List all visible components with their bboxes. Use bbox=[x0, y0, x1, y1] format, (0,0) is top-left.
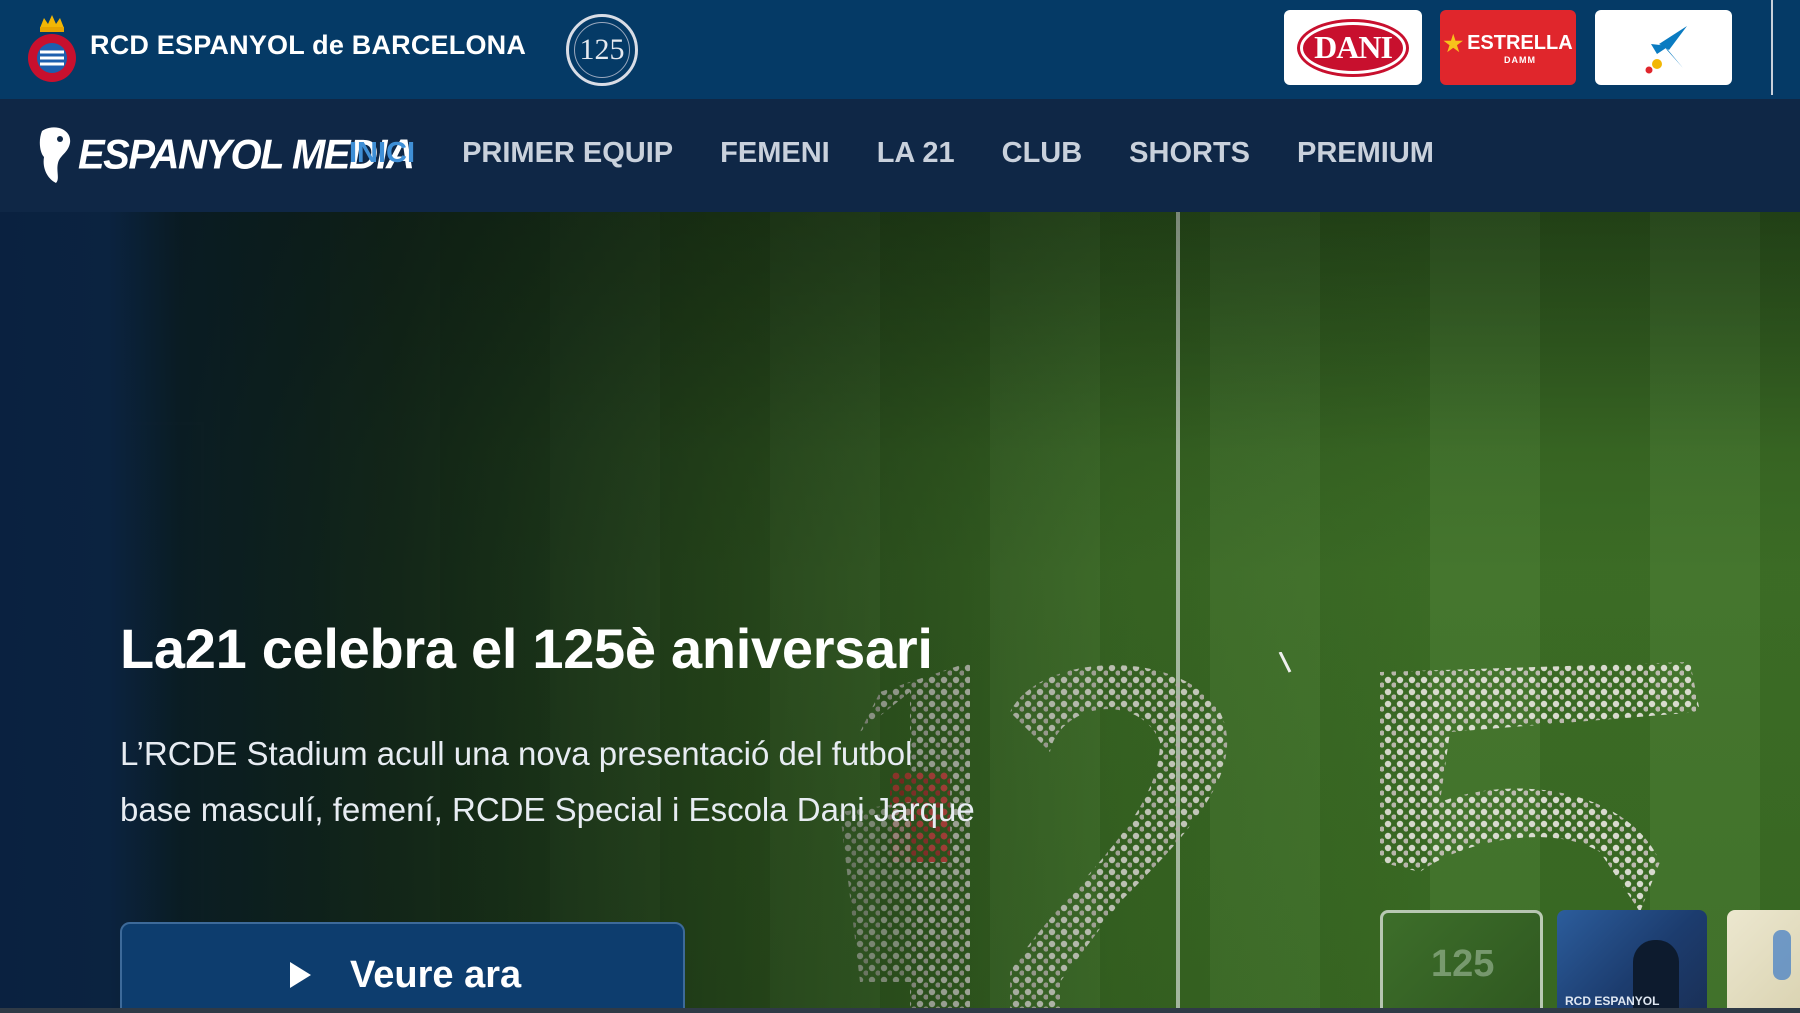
sponsor-caixabank[interactable] bbox=[1595, 10, 1732, 85]
nav-item-inici[interactable]: INICI bbox=[349, 137, 415, 170]
nav-items: INICI PRIMER EQUIP FEMENI LA 21 CLUB SHO… bbox=[349, 137, 1481, 170]
parakeet-icon bbox=[39, 127, 71, 183]
nav-item-premium[interactable]: PREMIUM bbox=[1297, 137, 1434, 170]
carousel-thumbnail-2[interactable]: RCD ESPANYOL bbox=[1557, 910, 1707, 1013]
sponsor-estrella[interactable]: ★ ESTRELLA DAMM bbox=[1440, 10, 1576, 85]
star-icon: ★ bbox=[1443, 30, 1464, 56]
main-navigation: ESPANYOL MEDIA INICI PRIMER EQUIP FEMENI… bbox=[0, 99, 1800, 212]
club-crest-icon[interactable] bbox=[26, 12, 78, 84]
dani-logo: DANI bbox=[1300, 21, 1406, 74]
play-icon bbox=[290, 962, 311, 988]
window-edge-divider bbox=[1771, 0, 1773, 95]
hero-gradient-overlay bbox=[0, 212, 1800, 1013]
carousel-thumbnail-1[interactable]: 125 bbox=[1380, 910, 1543, 1013]
carousel-thumbnail-3[interactable] bbox=[1727, 910, 1800, 1013]
estrella-logo-text: ESTRELLA bbox=[1467, 32, 1573, 54]
anniversary-badge-number: 125 bbox=[579, 33, 625, 66]
sponsor-dani[interactable]: DANI bbox=[1284, 10, 1422, 85]
hero-title: La21 celebra el 125è aniversari bbox=[120, 617, 933, 680]
nav-item-shorts[interactable]: SHORTS bbox=[1129, 137, 1250, 170]
nav-item-la-21[interactable]: LA 21 bbox=[877, 137, 955, 170]
hero-banner[interactable]: La21 celebra el 125è aniversari L’RCDE S… bbox=[0, 212, 1800, 1013]
watch-now-button[interactable]: Veure ara bbox=[120, 922, 685, 1013]
nav-item-club[interactable]: CLUB bbox=[1002, 137, 1083, 170]
caixabank-star-icon bbox=[1645, 25, 1687, 73]
page-bottom-edge bbox=[0, 1008, 1800, 1013]
nav-item-primer-equip[interactable]: PRIMER EQUIP bbox=[462, 137, 673, 170]
damm-logo-text: DAMM bbox=[1504, 54, 1536, 65]
top-bar: RCD ESPANYOL de BARCELONA 125 DANI ★ ESTR… bbox=[0, 0, 1800, 99]
nav-item-femeni[interactable]: FEMENI bbox=[720, 137, 830, 170]
club-name[interactable]: RCD ESPANYOL de BARCELONA bbox=[90, 30, 526, 61]
thumbnail-2-caption: RCD ESPANYOL bbox=[1565, 994, 1660, 1008]
hero-description: L’RCDE Stadium acull una nova presentaci… bbox=[120, 735, 975, 828]
thumbnail-3-image bbox=[1773, 930, 1791, 980]
thumbnail-1-caption: 125 bbox=[1431, 943, 1495, 985]
watch-now-label: Veure ara bbox=[350, 954, 522, 996]
anniversary-badge: 125 bbox=[566, 14, 638, 86]
